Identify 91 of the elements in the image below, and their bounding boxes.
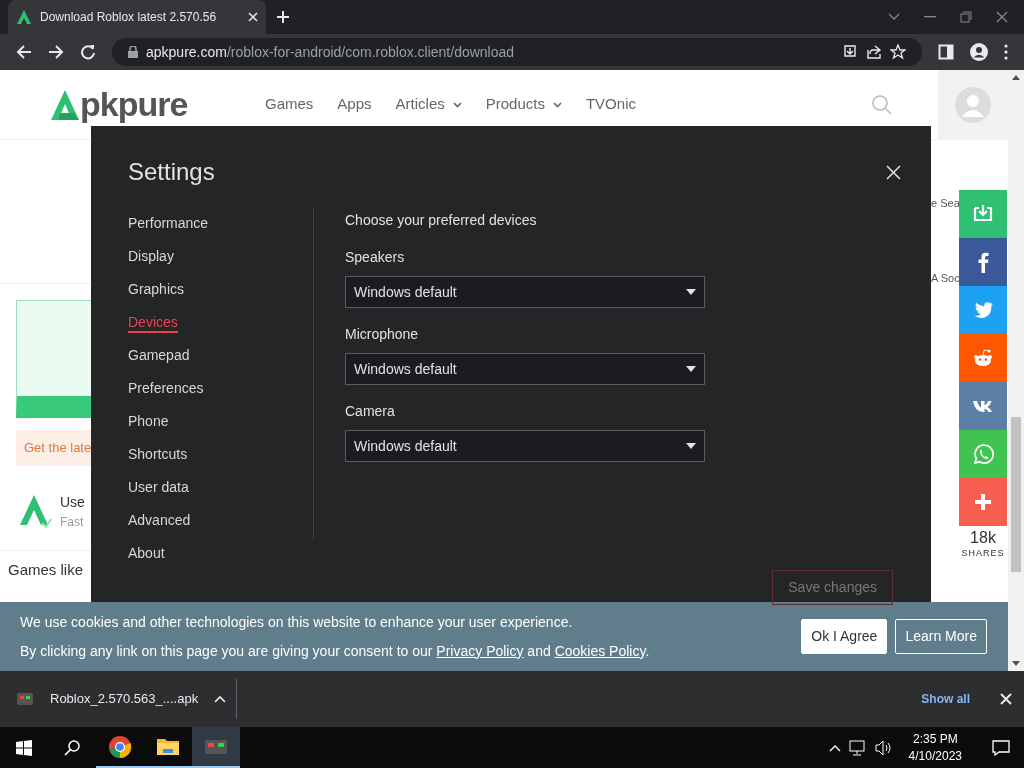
clock-time: 2:35 PM (912, 731, 958, 748)
download-item[interactable]: Roblox_2.570.563_....apk (0, 679, 237, 719)
settings-nav-item[interactable]: Devices (128, 314, 178, 333)
logo-text: pkpure (80, 84, 188, 125)
scrollbar[interactable] (1008, 70, 1024, 671)
scrollbar-thumb[interactable] (1011, 417, 1021, 572)
dialog-title: Settings (128, 157, 215, 187)
caret-down-icon (686, 289, 696, 295)
section-heading: Choose your preferred devices (345, 211, 538, 230)
chevron-down-icon (452, 101, 462, 108)
chevron-down-icon (552, 101, 562, 108)
nav-link[interactable]: Products (485, 93, 562, 116)
share-button[interactable] (959, 334, 1007, 382)
forward-icon[interactable] (48, 44, 64, 60)
share-button[interactable] (959, 478, 1007, 526)
browser-tab[interactable]: Download Roblox latest 2.570.56 (8, 0, 266, 34)
menu-icon[interactable] (1004, 44, 1008, 60)
settings-nav-item[interactable]: Display (128, 248, 174, 264)
file-name: Roblox_2.570.563_....apk (50, 690, 199, 709)
settings-nav-item[interactable]: Performance (128, 215, 209, 231)
install-icon[interactable] (842, 44, 858, 60)
caret-down-icon (686, 366, 696, 372)
share-count: 18k (970, 529, 996, 547)
network-icon[interactable] (848, 739, 867, 756)
taskbar-app[interactable] (192, 727, 240, 768)
url-text: apkpure.com/roblox-for-android/com.roblox.client/download (146, 42, 516, 62)
logo-icon (50, 88, 80, 121)
field-label: Camera (345, 402, 396, 421)
volume-icon[interactable] (874, 739, 893, 756)
file-icon (16, 691, 34, 707)
share-label: SHARES (961, 546, 1005, 560)
text-fragment: e Sea (931, 196, 959, 211)
app-title: Use (60, 492, 85, 512)
settings-nav-item[interactable]: Graphics (128, 281, 185, 297)
lock-icon (128, 46, 138, 58)
settings-nav-item[interactable]: About (128, 545, 165, 561)
search-icon (64, 739, 80, 756)
nav-link[interactable]: Articles (395, 93, 462, 116)
share-icon[interactable] (866, 44, 882, 60)
settings-nav-item[interactable]: Phone (128, 413, 169, 429)
tab-title: Download Roblox latest 2.570.56 (40, 9, 218, 26)
text-fragment: A Soc (931, 270, 959, 286)
banner-text: Get the late (24, 439, 91, 458)
field-label: Speakers (345, 248, 406, 267)
share-button[interactable] (959, 286, 1007, 334)
clock-date: 4/10/2023 (908, 747, 962, 764)
nav-link[interactable]: Games (265, 93, 314, 116)
minimize-icon[interactable] (924, 16, 936, 18)
share-button[interactable] (959, 382, 1007, 430)
device-select[interactable]: Windows default (345, 430, 705, 462)
scroll-down-icon[interactable] (1012, 661, 1020, 667)
plus-icon (972, 491, 994, 513)
apkpure-logo-icon (16, 9, 32, 25)
policy-link[interactable]: Privacy Policy (436, 642, 524, 659)
cookie-button[interactable]: Learn More (895, 619, 987, 654)
address-bar[interactable]: apkpure.com/roblox-for-android/com.roblox.client/download (112, 38, 922, 66)
cookie-text: We use cookies and other technologies on this website to enhance your user experience. (20, 612, 574, 632)
site-logo[interactable]: pkpure (50, 79, 250, 130)
back-icon[interactable] (16, 44, 32, 60)
new-tab-icon[interactable] (276, 10, 290, 24)
scroll-up-icon[interactable] (1012, 74, 1020, 80)
settings-nav-item[interactable]: Shortcuts (128, 446, 188, 462)
reload-icon[interactable] (80, 44, 96, 60)
chrome-icon (108, 734, 132, 759)
app-subtitle: Fast (60, 513, 85, 531)
clock[interactable]: 2:35 PM 4/10/2023 (900, 731, 970, 764)
chevron-up-icon[interactable] (828, 743, 841, 752)
tab-search-icon[interactable] (888, 13, 900, 21)
restore-icon[interactable] (960, 11, 972, 23)
profile-icon[interactable] (970, 43, 988, 61)
side-panel-icon[interactable] (938, 44, 954, 60)
star-icon[interactable] (890, 44, 906, 60)
nav-link[interactable]: TVOnic (585, 93, 636, 116)
caret-down-icon (686, 443, 696, 449)
caret-up-icon[interactable] (214, 695, 227, 703)
alien-icon (972, 347, 994, 369)
notification-icon[interactable] (992, 739, 1010, 756)
settings-nav-item[interactable]: Gamepad (128, 347, 190, 363)
cookie-button[interactable]: Ok I Agree (801, 619, 888, 654)
device-select[interactable]: Windows default (345, 353, 705, 385)
field-label: Microphone (345, 325, 420, 344)
show-all-link[interactable]: Show all (921, 690, 970, 708)
windows-icon (16, 739, 32, 756)
settings-nav-item[interactable]: Advanced (128, 512, 191, 528)
device-select[interactable]: Windows default (345, 276, 705, 308)
nav-link[interactable]: Apps (337, 93, 372, 116)
cookie-text: By clicking any link on this page you are giving your consent to our Privacy Policy and Cookies Policy. (20, 641, 650, 661)
settings-nav-item[interactable]: User data (128, 479, 189, 495)
settings-nav-item[interactable]: Preferences (128, 380, 204, 396)
phone-bubble-icon (972, 443, 994, 465)
share-button[interactable] (959, 238, 1007, 286)
